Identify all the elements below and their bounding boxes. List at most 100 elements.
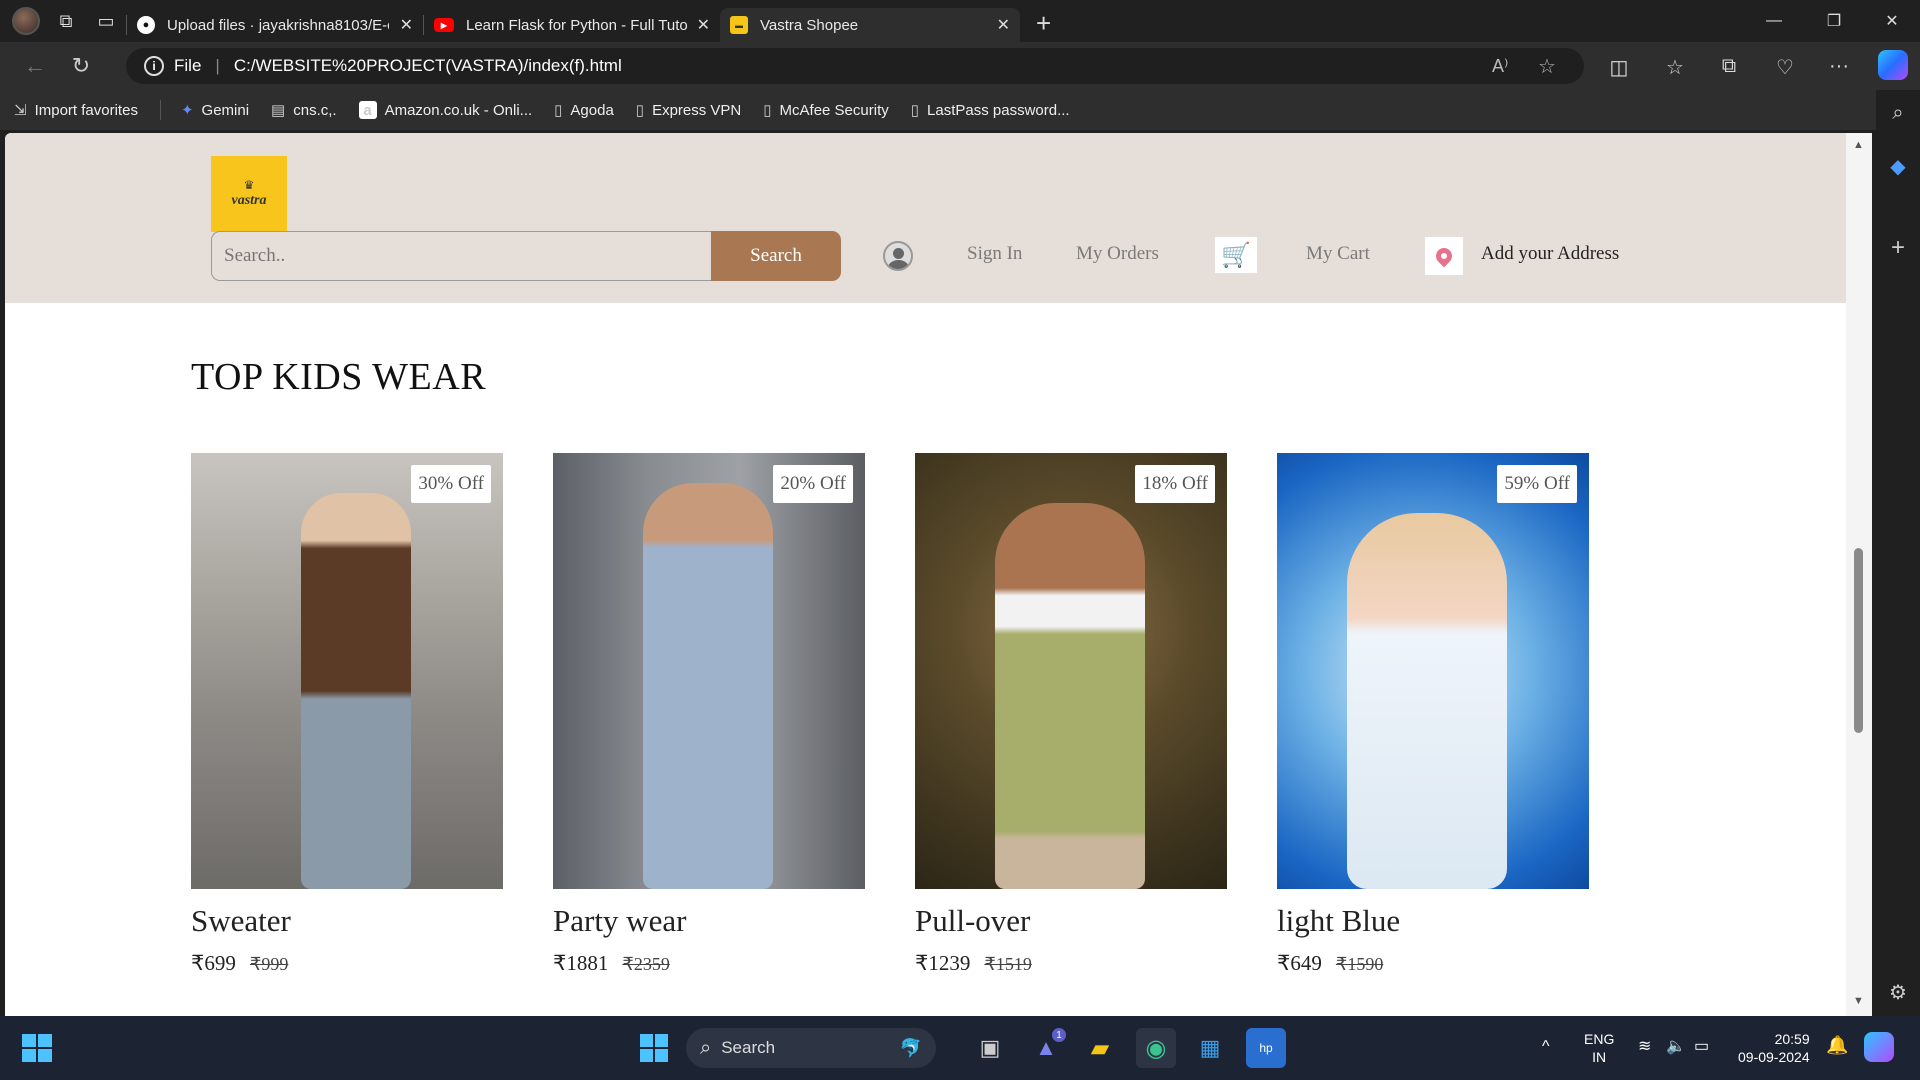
search-icon[interactable]: ⌕ — [1876, 102, 1920, 125]
site-header: ♛ vastra Search Sign In My Orders 🛒 My C… — [5, 133, 1846, 303]
product-card[interactable]: 20% Off Party wear ₹1881 ₹2359 — [553, 453, 865, 976]
workspaces-icon[interactable]: ⧉ — [46, 0, 86, 42]
location-pin-icon[interactable] — [1425, 237, 1463, 275]
product-image[interactable]: 59% Off — [1277, 453, 1589, 889]
favorite-lastpass[interactable]: ▯ LastPass password... — [911, 101, 1070, 120]
tab-youtube[interactable]: ▶ Learn Flask for Python - Full Tutor ✕ — [424, 8, 720, 42]
page-scrollbar[interactable]: ▲ ▼ — [1846, 133, 1872, 1016]
favorite-cns[interactable]: ▤ cns.c,. — [271, 101, 337, 120]
product-name: Party wear — [553, 903, 687, 938]
product-image[interactable]: 18% Off — [915, 453, 1227, 889]
avatar — [12, 7, 40, 35]
product-card[interactable]: 59% Off light Blue ₹649 ₹1590 — [1277, 453, 1589, 976]
windows-start-icon[interactable] — [634, 1028, 674, 1068]
url-scheme-label: File — [174, 56, 202, 75]
clock[interactable]: 20:59 09-09-2024 — [1738, 1030, 1810, 1066]
folder-icon: ▤ — [271, 102, 286, 119]
product-card[interactable]: 30% Off Sweater ₹699 ₹999 — [191, 453, 503, 976]
search-input[interactable] — [211, 231, 716, 281]
favorite-expressvpn[interactable]: ▯ Express VPN — [636, 101, 742, 120]
read-aloud-icon[interactable]: A⁾ — [1492, 56, 1508, 77]
product-prices: ₹1239 ₹1519 — [915, 951, 1227, 976]
copilot-taskbar-icon[interactable] — [1864, 1032, 1894, 1062]
refresh-button[interactable]: ↻ — [60, 45, 102, 87]
close-icon[interactable]: ✕ — [400, 15, 413, 35]
task-view-icon[interactable]: ▣ — [970, 1028, 1010, 1068]
edge-sidebar: ⌕ ◆ + ⚙ — [1876, 90, 1920, 1016]
wifi-icon[interactable]: ≋ — [1638, 1038, 1651, 1056]
page-icon: ▯ — [554, 102, 563, 119]
clock-date: 09-09-2024 — [1738, 1049, 1810, 1065]
teams-icon[interactable]: ▲ 1 — [1026, 1028, 1066, 1068]
url-divider: | — [215, 56, 220, 75]
close-window-button[interactable]: ✕ — [1864, 0, 1920, 42]
taskbar-search[interactable]: ⌕ Search 🐬 — [686, 1028, 936, 1068]
discount-badge: 20% Off — [773, 465, 853, 503]
favorite-agoda[interactable]: ▯ Agoda — [554, 101, 614, 120]
teams-badge: 1 — [1052, 1028, 1066, 1042]
page-icon: ▯ — [763, 102, 772, 119]
region-code: IN — [1592, 1049, 1607, 1065]
product-card[interactable]: 18% Off Pull-over ₹1239 ₹1519 — [915, 453, 1227, 976]
scrollbar-thumb[interactable] — [1854, 548, 1863, 733]
favorite-label: Express VPN — [652, 101, 742, 119]
split-screen-icon[interactable]: ◫ — [1604, 55, 1634, 80]
tab-title: Upload files · jayakrishna8103/E-c — [167, 16, 389, 34]
favorite-star-icon[interactable]: ☆ — [1538, 54, 1556, 79]
product-old-price: ₹999 — [249, 954, 289, 974]
volume-icon[interactable]: 🔈 — [1666, 1038, 1686, 1056]
info-icon[interactable]: i — [144, 56, 164, 76]
shopping-cart-icon[interactable]: 🛒 — [1215, 237, 1257, 273]
favorite-mcafee[interactable]: ▯ McAfee Security — [763, 101, 888, 120]
collections-icon[interactable]: ⧉ — [1714, 55, 1744, 78]
notification-bell-icon[interactable]: 🔔 — [1826, 1036, 1848, 1054]
maximize-button[interactable]: ❐ — [1806, 0, 1862, 42]
my-orders-link[interactable]: My Orders — [1076, 243, 1159, 265]
close-icon[interactable]: ✕ — [997, 15, 1010, 35]
file-explorer-icon[interactable]: ▰ — [1080, 1028, 1120, 1068]
tab-github[interactable]: ● Upload files · jayakrishna8103/E-c ✕ — [127, 8, 423, 42]
minimize-button[interactable]: — — [1746, 0, 1802, 42]
widgets-icon[interactable] — [22, 1034, 52, 1062]
tab-vastra-shopee[interactable]: ▬ Vastra Shopee ✕ — [720, 8, 1020, 42]
language-indicator[interactable]: ENG IN — [1584, 1030, 1614, 1066]
vertical-tabs-icon[interactable]: ▭ — [86, 0, 126, 42]
copilot-icon[interactable] — [1878, 50, 1908, 80]
user-account-icon[interactable] — [883, 241, 913, 271]
tray-overflow-icon[interactable]: ^ — [1542, 1038, 1550, 1056]
myhp-icon[interactable]: hp — [1246, 1028, 1286, 1068]
search-icon: ⌕ — [700, 1036, 712, 1059]
address-field[interactable]: i File | C:/WEBSITE%20PROJECT(VASTRA)/in… — [126, 48, 1584, 84]
favorites-icon[interactable]: ☆ — [1660, 55, 1690, 80]
favorite-import[interactable]: ⇲ Import favorites — [14, 101, 138, 120]
new-tab-button[interactable]: + — [1036, 8, 1051, 39]
edge-browser-icon[interactable]: ◉ — [1136, 1028, 1176, 1068]
favorite-label: Amazon.co.uk - Onli... — [384, 101, 533, 119]
tab-title: Learn Flask for Python - Full Tutor — [466, 16, 688, 34]
scroll-down-arrow-icon[interactable]: ▼ — [1853, 995, 1864, 1007]
product-image[interactable]: 30% Off — [191, 453, 503, 889]
browser-essentials-icon[interactable]: ♡ — [1770, 55, 1800, 80]
microsoft-store-icon[interactable]: ▦ — [1190, 1028, 1230, 1068]
sign-in-link[interactable]: Sign In — [967, 243, 1022, 265]
product-image[interactable]: 20% Off — [553, 453, 865, 889]
my-cart-link[interactable]: My Cart — [1306, 243, 1370, 265]
back-button[interactable]: ← — [14, 45, 56, 87]
vastra-logo[interactable]: ♛ vastra — [211, 156, 287, 232]
favorite-gemini[interactable]: ✦ Gemini — [181, 101, 249, 120]
battery-icon[interactable]: ▭ — [1694, 1038, 1709, 1056]
settings-gear-icon[interactable]: ⚙ — [1876, 980, 1920, 1005]
favorites-bar: ⇲ Import favorites ✦ Gemini ▤ cns.c,. a Amaz… — [0, 90, 1920, 130]
search-button[interactable]: Search — [711, 231, 841, 281]
scroll-up-arrow-icon[interactable]: ▲ — [1853, 139, 1864, 151]
add-icon[interactable]: + — [1876, 234, 1920, 262]
favorite-amazon[interactable]: a Amazon.co.uk - Onli... — [358, 101, 533, 119]
product-name: light Blue — [1277, 903, 1401, 938]
close-icon[interactable]: ✕ — [697, 15, 710, 35]
shopping-tag-icon[interactable]: ◆ — [1876, 154, 1920, 179]
product-name: Pull-over — [915, 903, 1031, 938]
more-options-icon[interactable]: ··· — [1824, 55, 1854, 78]
profile-avatar[interactable] — [6, 0, 46, 42]
product-old-price: ₹2359 — [622, 954, 670, 974]
add-address-link[interactable]: Add your Address — [1481, 243, 1619, 265]
